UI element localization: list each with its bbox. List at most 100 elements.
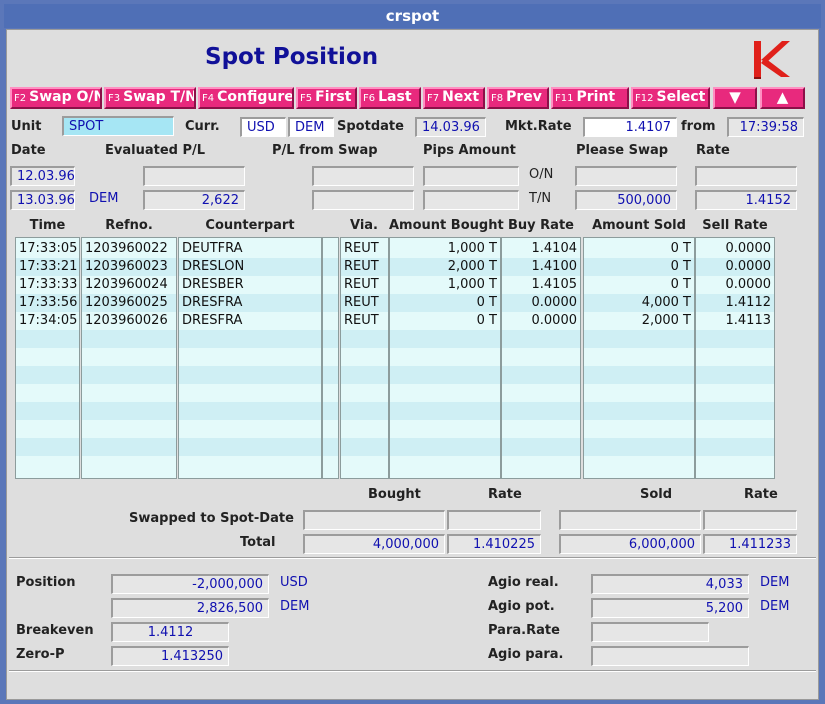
column-buy-rate[interactable]: 1.4104 1.4100 1.4105 0.0000 0.0000: [501, 237, 581, 479]
scroll-up-button[interactable]: ▲: [760, 87, 805, 109]
cell-via[interactable]: REUT: [341, 312, 388, 330]
pl-swap-tn-field: [312, 190, 414, 210]
column-via[interactable]: REUT REUT REUT REUT REUT: [340, 237, 389, 479]
bought-header: Bought: [368, 487, 421, 502]
window-title: crspot: [4, 4, 821, 28]
position-usd-currency: USD: [280, 575, 308, 590]
cell-counterpart[interactable]: DEUTFRA: [179, 240, 321, 258]
evaluated-pl-header: Evaluated P/L: [105, 143, 206, 158]
cell-via[interactable]: REUT: [341, 276, 388, 294]
position-dem-currency: DEM: [280, 599, 310, 614]
total-buy-rate-field: 1.410225: [447, 534, 541, 554]
cell-refno[interactable]: 1203960025: [82, 294, 176, 312]
section-divider: [9, 557, 816, 559]
print-button[interactable]: F11 Print: [551, 87, 629, 109]
cell-time[interactable]: 17:33:21: [16, 258, 79, 276]
next-button[interactable]: F7 Next: [423, 87, 485, 109]
prev-button[interactable]: F8 Prev: [487, 87, 549, 109]
row-stripe: [323, 258, 338, 276]
row-stripe: [696, 438, 774, 456]
agio-pot-label: Agio pot.: [488, 599, 555, 614]
cell-refno[interactable]: 1203960022: [82, 240, 176, 258]
cell-buy-rate[interactable]: 1.4105: [502, 276, 580, 294]
mkt-rate-field[interactable]: 1.4107: [583, 117, 677, 137]
row-stripe: [584, 438, 694, 456]
cell-amount-sold[interactable]: 2,000 T: [584, 312, 694, 330]
last-button[interactable]: F6 Last: [359, 87, 421, 109]
rate-tn-field: 1.4152: [695, 190, 797, 210]
cell-amount-sold[interactable]: 4,000 T: [584, 294, 694, 312]
cell-sell-rate[interactable]: 0.0000: [696, 258, 774, 276]
column-refno[interactable]: 1203960022 1203960023 1203960024 1203960025…: [81, 237, 177, 479]
cell-amount-sold[interactable]: 0 T: [584, 276, 694, 294]
column-sell-rate[interactable]: 0.0000 0.0000 0.0000 1.4112 1.4113: [695, 237, 775, 479]
cell-sell-rate[interactable]: 0.0000: [696, 276, 774, 294]
cell-via[interactable]: REUT: [341, 294, 388, 312]
sold-rate-header: Rate: [744, 487, 778, 502]
first-button[interactable]: F5 First: [296, 87, 357, 109]
pips-tn-field: [423, 190, 519, 210]
cell-time[interactable]: 17:33:05: [16, 240, 79, 258]
cell-via[interactable]: REUT: [341, 240, 388, 258]
cell-time[interactable]: 17:34:05: [16, 312, 79, 330]
cell-counterpart[interactable]: DRESFRA: [179, 294, 321, 312]
cell-amount-sold[interactable]: 0 T: [584, 258, 694, 276]
row-stripe: [696, 330, 774, 348]
breakeven-value: 1.4112: [147, 625, 194, 640]
swap-tn-button[interactable]: F3 Swap T/N: [104, 87, 196, 109]
select-button[interactable]: F12 Select: [631, 87, 710, 109]
cell-sell-rate[interactable]: 0.0000: [696, 240, 774, 258]
row-stripe: [82, 366, 176, 384]
row-stripe: [502, 330, 580, 348]
cell-amount-bought[interactable]: 1,000 T: [390, 276, 500, 294]
cell-amount-bought[interactable]: 0 T: [390, 312, 500, 330]
column-counterpart[interactable]: DEUTFRA DRESLON DRESBER DRESFRA DRESFRA: [178, 237, 322, 479]
cell-counterpart[interactable]: DRESBER: [179, 276, 321, 294]
cell-amount-bought[interactable]: 1,000 T: [390, 240, 500, 258]
column-time[interactable]: 17:33:05 17:33:21 17:33:33 17:33:56 17:34:05: [15, 237, 80, 479]
cell-refno[interactable]: 1203960024: [82, 276, 176, 294]
cell-sell-rate[interactable]: 1.4113: [696, 312, 774, 330]
row-stripe: [179, 438, 321, 456]
mkt-rate-label: Mkt.Rate: [505, 119, 572, 134]
col-header-amount-sold: Amount Sold: [592, 218, 686, 233]
cell-counterpart[interactable]: DRESFRA: [179, 312, 321, 330]
pips-amount-header: Pips Amount: [423, 143, 516, 158]
cell-amount-bought[interactable]: 2,000 T: [390, 258, 500, 276]
row-stripe: [390, 402, 500, 420]
col-header-buy-rate: Buy Rate: [508, 218, 574, 233]
configure-button[interactable]: F4 Configure: [198, 87, 294, 109]
cell-via[interactable]: REUT: [341, 258, 388, 276]
currency-2-field[interactable]: DEM: [288, 117, 334, 137]
cell-time[interactable]: 17:33:33: [16, 276, 79, 294]
cell-counterpart[interactable]: DRESLON: [179, 258, 321, 276]
on-label: O/N: [529, 167, 554, 182]
currency-1-field[interactable]: USD: [240, 117, 286, 137]
row-stripe: [16, 402, 79, 420]
cell-refno[interactable]: 1203960026: [82, 312, 176, 330]
column-amount-sold[interactable]: 0 T0 T0 T 4,000 T 2,000 T: [583, 237, 695, 479]
rate-on-field: [695, 166, 797, 186]
scroll-down-button[interactable]: ▼: [713, 87, 757, 109]
cell-amount-sold[interactable]: 0 T: [584, 240, 694, 258]
cell-refno[interactable]: 1203960023: [82, 258, 176, 276]
cell-buy-rate[interactable]: 0.0000: [502, 312, 580, 330]
cell-sell-rate[interactable]: 1.4112: [696, 294, 774, 312]
cell-amount-bought[interactable]: 0 T: [390, 294, 500, 312]
zero-p-label: Zero-P: [16, 647, 65, 662]
column-amount-bought[interactable]: 1,000 T 2,000 T 1,000 T0 T0 T: [389, 237, 501, 479]
cell-buy-rate[interactable]: 0.0000: [502, 294, 580, 312]
total-label: Total: [240, 535, 276, 550]
cell-buy-rate[interactable]: 1.4104: [502, 240, 580, 258]
row-stripe: [390, 330, 500, 348]
currency-label: Curr.: [185, 119, 220, 134]
spotdate-field: 14.03.96: [415, 117, 486, 137]
swap-on-button[interactable]: F2 Swap O/N: [10, 87, 102, 109]
from-time-field: 17:39:58: [727, 117, 804, 137]
para-rate-field[interactable]: [591, 622, 709, 642]
position-dem-field: 2,826,500: [111, 598, 269, 618]
cell-time[interactable]: 17:33:56: [16, 294, 79, 312]
unit-field[interactable]: SPOT: [62, 116, 174, 136]
row-stripe: [584, 402, 694, 420]
cell-buy-rate[interactable]: 1.4100: [502, 258, 580, 276]
